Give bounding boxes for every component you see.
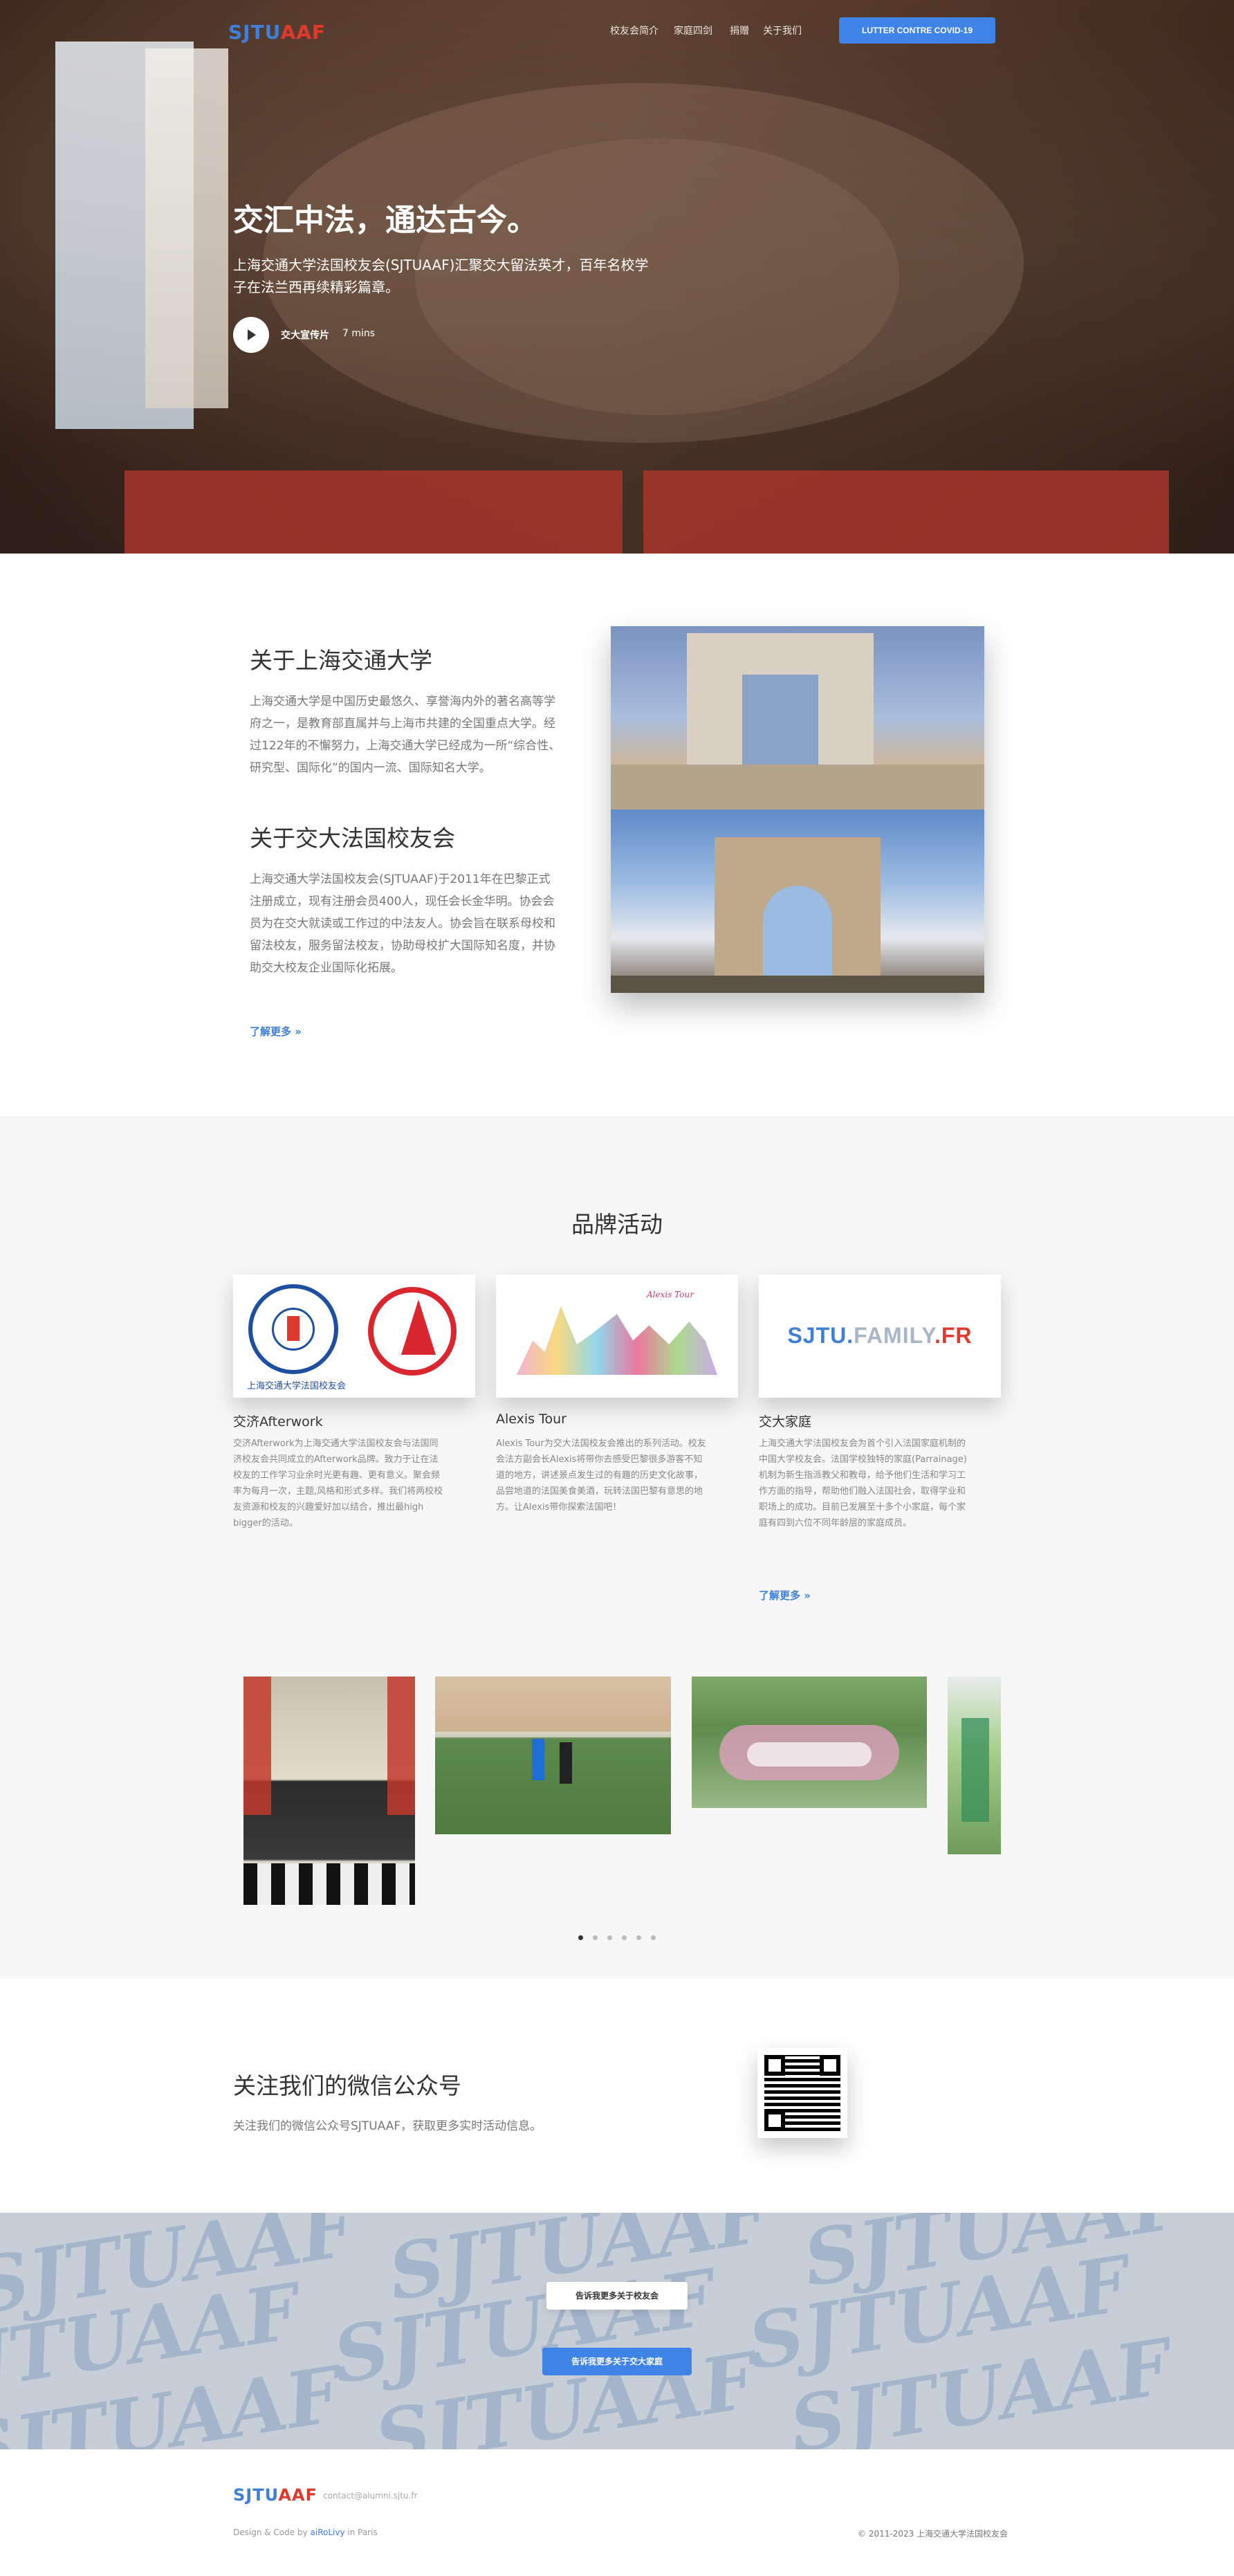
learn-more-alumni-button[interactable]: 告诉我更多关于校友会 (546, 2282, 688, 2310)
carousel-photo-football[interactable] (435, 1677, 671, 1834)
about-aaf-text: 上海交通大学法国校友会(SJTUAAF)于2011年在巴黎正式注册成立，现有注册… (250, 873, 555, 975)
hero-subtitle: 上海交通大学法国校友会(SJTUAAF)汇聚交大留法英才，百年名校学子在法兰西再… (233, 257, 649, 295)
nav-link-donate[interactable]: 捐赠 (730, 24, 749, 37)
about-sjtu-heading: 关于上海交通大学 (250, 647, 432, 674)
hero-title: 交汇中法，通达古今。 (233, 203, 537, 238)
site-logo[interactable]: SJTUAAF (228, 21, 326, 44)
afterwork-logo-card[interactable]: 上海交通大学法国校友会 (233, 1275, 475, 1398)
afterwork-title: 交济Afterwork (233, 1414, 323, 1429)
hero-red-flag (643, 471, 1169, 554)
wechat-qr-code (757, 2048, 847, 2138)
activities-title: 品牌活动 (571, 1211, 663, 1238)
footer-logo-part-2: AAF (278, 2485, 317, 2505)
footer-credit-author[interactable]: aiRoLivy (311, 2528, 345, 2537)
covid-button[interactable]: LUTTER CONTRE COVID-19 (839, 17, 995, 44)
footer-email-link[interactable]: contact@alumni.sjtu.fr (323, 2491, 418, 2501)
about-sjtu-text: 上海交通大学是中国历史最悠久、享誉海内外的著名高等学府之一，是教育部直属并与上海… (250, 695, 561, 775)
about-image-collage (611, 626, 984, 993)
carousel-dot-2[interactable] (593, 1935, 598, 1940)
alexis-tour-logo-card[interactable]: Alexis Tour (496, 1275, 738, 1398)
family-text: 上海交通大学法国校友会为首个引入法国家庭机制的中国大学校友会。法国学校独特的家庭… (759, 1438, 967, 1528)
footer-copyright: © 2011-2023 上海交通大学法国校友会 (858, 2529, 1009, 2539)
tongji-seal-icon (368, 1287, 457, 1376)
carousel-dot-4[interactable] (622, 1935, 627, 1940)
arc-de-triomphe-photo (611, 810, 984, 993)
family-title: 交大家庭 (759, 1414, 812, 1429)
family-logo-part-3: .FR (934, 1323, 973, 1348)
afterwork-text: 交济Afterwork为上海交通大学法国校友会与法国同济校友会共同成立的Afte… (233, 1438, 443, 1528)
play-video-button[interactable] (233, 317, 269, 353)
carousel-dot-3[interactable] (607, 1935, 612, 1940)
video-duration: 7 mins (342, 328, 376, 339)
video-label[interactable]: 交大宣传片 (281, 328, 329, 342)
footer: SJTUAAF contact@alumni.sjtu.fr Design & … (0, 2449, 1234, 2576)
hero-section: SJTUAAF 校友会简介 家庭四剑 捐赠 关于我们 LUTTER CONTRE… (0, 0, 1234, 554)
nav-link-intro[interactable]: 校友会简介 (610, 24, 659, 37)
afterwork-logo-caption: 上海交通大学法国校友会 (247, 1381, 347, 1391)
sjtu-arch-photo (611, 626, 984, 810)
carousel-photo-reception[interactable] (243, 1677, 415, 1905)
nav-link-about[interactable]: 关于我们 (763, 24, 802, 37)
footer-credit: Design & Code by aiRoLivy in Paris (233, 2528, 378, 2537)
hero-red-flag (125, 471, 623, 554)
wechat-text: 关注我们的微信公众号SJTUAAF，获取更多实时活动信息。 (233, 2119, 542, 2133)
hero-banner-rollup-2 (145, 48, 228, 408)
footer-logo[interactable]: SJTUAAF (233, 2485, 317, 2505)
carousel-photo-picnic[interactable] (692, 1677, 927, 1808)
sjtuaaf-seal-icon (248, 1284, 338, 1374)
family-logo-part-2: FAMILY (854, 1323, 934, 1348)
carousel-dot-5[interactable] (636, 1935, 641, 1940)
logo-part-2: AAF (280, 21, 326, 44)
carousel-dot-6[interactable] (651, 1935, 656, 1940)
top-nav: SJTUAAF 校友会简介 家庭四剑 捐赠 关于我们 LUTTER CONTRE… (0, 0, 1234, 62)
alexis-tour-logo-caption: Alexis Tour (647, 1290, 694, 1299)
footer-credit-suffix: in Paris (344, 2528, 378, 2537)
family-logo-card[interactable]: SJTU.FAMILY.FR (759, 1275, 1001, 1398)
family-more-link[interactable]: 了解更多 » (759, 1588, 811, 1602)
family-logo-part-1: SJTU. (787, 1323, 854, 1348)
alexis-tour-text: Alexis Tour为交大法国校友会推出的系列活动。校友会法方副会长Alexi… (496, 1438, 706, 1513)
family-logo: SJTU.FAMILY.FR (759, 1323, 1001, 1349)
logo-part-1: SJTU (228, 21, 281, 44)
carousel-dot-1[interactable] (578, 1935, 583, 1940)
footer-credit-prefix: Design & Code by (233, 2528, 311, 2537)
footer-logo-part-1: SJTU (233, 2485, 279, 2505)
alexis-tour-title: Alexis Tour (496, 1412, 567, 1427)
about-section: 关于上海交通大学 上海交通大学是中国历史最悠久、享誉海内外的著名高等学府之一，是… (0, 554, 1234, 1117)
activities-section: 品牌活动 上海交通大学法国校友会 交济Afterwork 交济Afterwork… (0, 1117, 1234, 1979)
nav-link-family[interactable]: 家庭四剑 (674, 24, 712, 37)
paris-skyline-art (517, 1306, 717, 1375)
about-aaf-heading: 关于交大法国校友会 (250, 825, 455, 852)
carousel-photo-partial[interactable] (948, 1677, 1001, 1854)
play-icon (248, 329, 256, 340)
cta-section: SJTUAAF SJTUAAF SJTUAAF SJTUAAF SJTUAAF … (0, 2213, 1234, 2449)
wechat-section: 关注我们的微信公众号 关注我们的微信公众号SJTUAAF，获取更多实时活动信息。 (0, 1979, 1234, 2213)
wechat-title: 关注我们的微信公众号 (233, 2072, 461, 2099)
about-more-link[interactable]: 了解更多 » (250, 1024, 302, 1039)
learn-more-family-button[interactable]: 告诉我更多关于交大家庭 (542, 2348, 692, 2375)
